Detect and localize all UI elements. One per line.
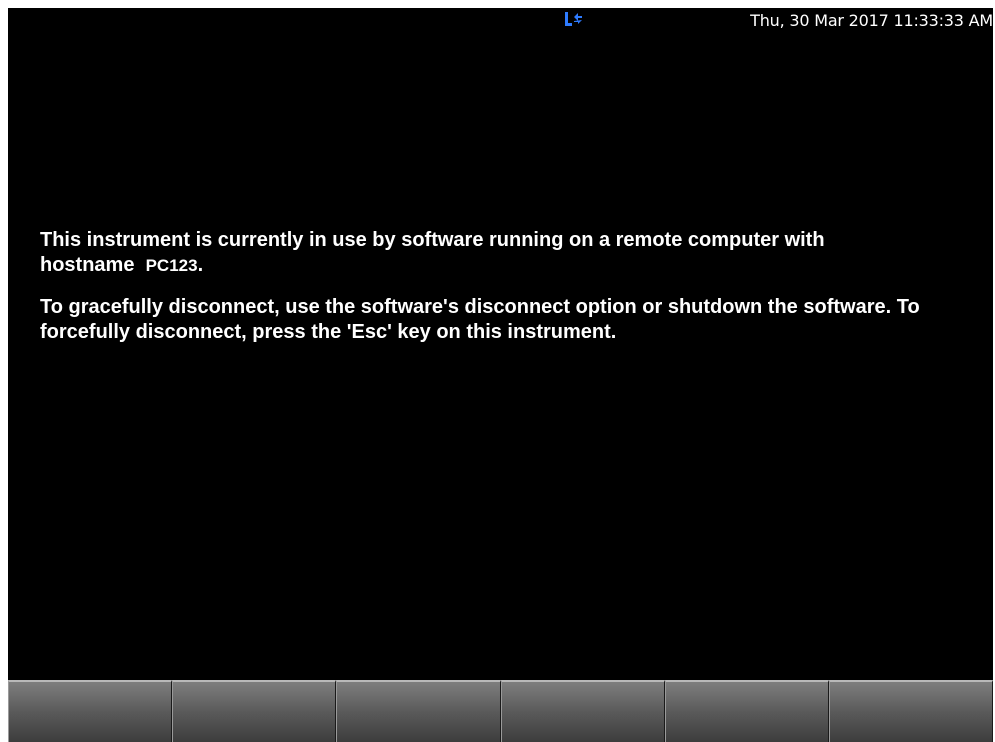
instrument-screen: Thu, 30 Mar 2017 11:33:33 AM This instru… (8, 8, 993, 742)
softkey-4[interactable] (500, 680, 665, 742)
date-time: Thu, 30 Mar 2017 11:33:33 AM (750, 11, 993, 30)
remote-connection-icon (563, 11, 583, 27)
softkey-5[interactable] (664, 680, 829, 742)
hostname-period: . (197, 254, 204, 276)
hostname-value: PC123 (145, 256, 198, 275)
disconnect-instructions: To gracefully disconnect, use the softwa… (40, 296, 920, 343)
softkey-6[interactable] (828, 680, 993, 742)
remote-user-paragraph: This instrument is currently in use by s… (40, 228, 985, 278)
remote-in-use-message: This instrument is currently in use by s… (40, 228, 985, 362)
status-bar: Thu, 30 Mar 2017 11:33:33 AM (8, 8, 993, 38)
softkey-1[interactable] (8, 680, 173, 742)
softkey-3[interactable] (336, 680, 501, 742)
softkey-bar (8, 680, 993, 742)
softkey-2[interactable] (172, 680, 337, 742)
